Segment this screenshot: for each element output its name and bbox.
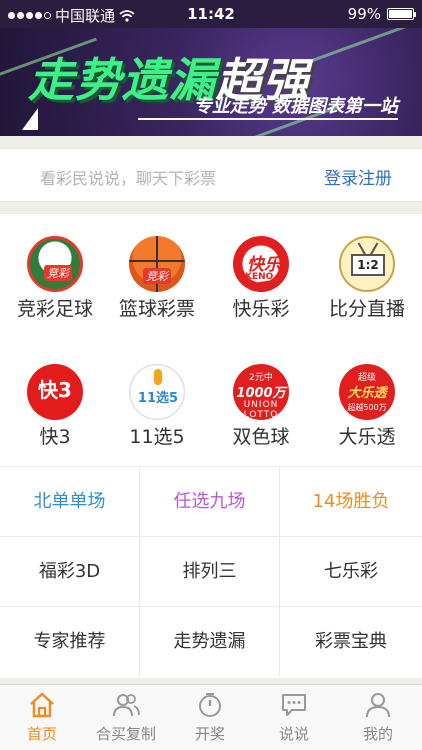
- lottery-item-live-score[interactable]: 1:2 比分直播: [317, 236, 417, 321]
- link-trend[interactable]: 走势遗漏: [140, 606, 280, 676]
- quick-links-table: 北单单场 任选九场 14场胜负 福彩3D 排列三 七乐彩 专家推荐 走势遗漏 彩…: [0, 466, 422, 678]
- tab-group-buy[interactable]: 合买复制: [84, 685, 168, 750]
- battery-percent: 99%: [347, 5, 381, 23]
- banner-subtitle: 专业走势 数据图表第一站: [193, 96, 398, 117]
- lottery-item-basketball[interactable]: 竞彩 篮球彩票: [107, 236, 207, 321]
- tab-label: 开奖: [194, 725, 225, 743]
- lottery-item-daletou[interactable]: 超级 大乐透 超越500万 大乐透: [317, 364, 417, 449]
- banner-triangle-decoration: [22, 108, 38, 130]
- tab-home[interactable]: 首页: [0, 685, 84, 750]
- chat-bar: 看彩民说说，聊天下彩票 登录注册: [0, 148, 422, 202]
- lottery-label: 竞彩足球: [16, 298, 93, 320]
- tab-label: 我的: [362, 725, 393, 743]
- lottery-label: 篮球彩票: [118, 298, 195, 320]
- link-pailie3[interactable]: 排列三: [140, 536, 280, 606]
- lottery-item-11x5[interactable]: 11选5 11选5: [107, 364, 207, 449]
- tab-draw[interactable]: 开奖: [168, 685, 252, 750]
- bottom-tab-bar: 首页 合买复制 开奖 说说 我的: [0, 684, 422, 750]
- lottery-item-football[interactable]: 竞彩 竞彩足球: [5, 236, 105, 321]
- lottery-label: 比分直播: [328, 298, 405, 320]
- lottery-label: 大乐透: [338, 426, 396, 448]
- status-bar: 中国联通 11:42 99%: [0, 0, 422, 28]
- battery-group: 99%: [347, 5, 416, 23]
- promo-banner[interactable]: 走势遗漏超强 专业走势 数据图表第一站: [0, 28, 422, 136]
- lottery-label: 快乐彩: [232, 298, 290, 320]
- lottery-grid: 竞彩 竞彩足球 竞彩 篮球彩票 快乐彩 KENO 快乐彩 1:2 比分直播 快3…: [0, 214, 422, 466]
- tab-mine[interactable]: 我的: [336, 685, 420, 750]
- link-qilecai[interactable]: 七乐彩: [280, 536, 422, 606]
- daletou-icon: 超级 大乐透 超越500万: [339, 364, 395, 420]
- link-renxuan9[interactable]: 任选九场: [140, 466, 280, 536]
- tab-talk[interactable]: 说说: [252, 685, 336, 750]
- lottery-item-kuaile[interactable]: 快乐彩 KENO 快乐彩: [211, 236, 311, 321]
- football-icon: 竞彩: [27, 236, 83, 292]
- banner-underline: [138, 118, 398, 120]
- person-icon: [366, 693, 390, 718]
- lottery-item-shuangseqiu[interactable]: 2元中 1000万 UNION LOTTO 双色球: [211, 364, 311, 449]
- tab-label: 合买复制: [95, 725, 156, 743]
- basketball-icon: 竞彩: [129, 236, 185, 292]
- chat-input[interactable]: 看彩民说说，聊天下彩票: [40, 165, 216, 189]
- lottery-label: 快3: [39, 426, 71, 448]
- battery-icon: [387, 8, 416, 20]
- users-icon: [113, 694, 140, 717]
- lottery-item-kuai3[interactable]: 快3 快3: [5, 364, 105, 449]
- timer-icon: [199, 693, 221, 717]
- kuaile-icon: 快乐彩 KENO: [233, 236, 289, 292]
- link-expert[interactable]: 专家推荐: [0, 606, 140, 676]
- shuangseqiu-icon: 2元中 1000万 UNION LOTTO: [233, 364, 289, 420]
- 11x5-icon: 11选5: [129, 364, 185, 420]
- home-icon: [30, 692, 54, 718]
- link-14chang[interactable]: 14场胜负: [280, 466, 422, 536]
- tv-icon: 1:2: [339, 236, 395, 292]
- kuai3-icon: 快3: [27, 364, 83, 420]
- tab-label: 首页: [26, 725, 57, 743]
- lottery-label: 双色球: [232, 426, 290, 448]
- banner-title-green: 走势遗漏: [28, 53, 216, 107]
- link-fucai3d[interactable]: 福彩3D: [0, 536, 140, 606]
- link-beidan[interactable]: 北单单场: [0, 466, 140, 536]
- lottery-label: 11选5: [129, 426, 185, 448]
- link-guide[interactable]: 彩票宝典: [280, 606, 422, 676]
- login-register-link[interactable]: 登录注册: [324, 164, 392, 189]
- tab-label: 说说: [278, 725, 309, 743]
- chat-icon: [282, 694, 306, 716]
